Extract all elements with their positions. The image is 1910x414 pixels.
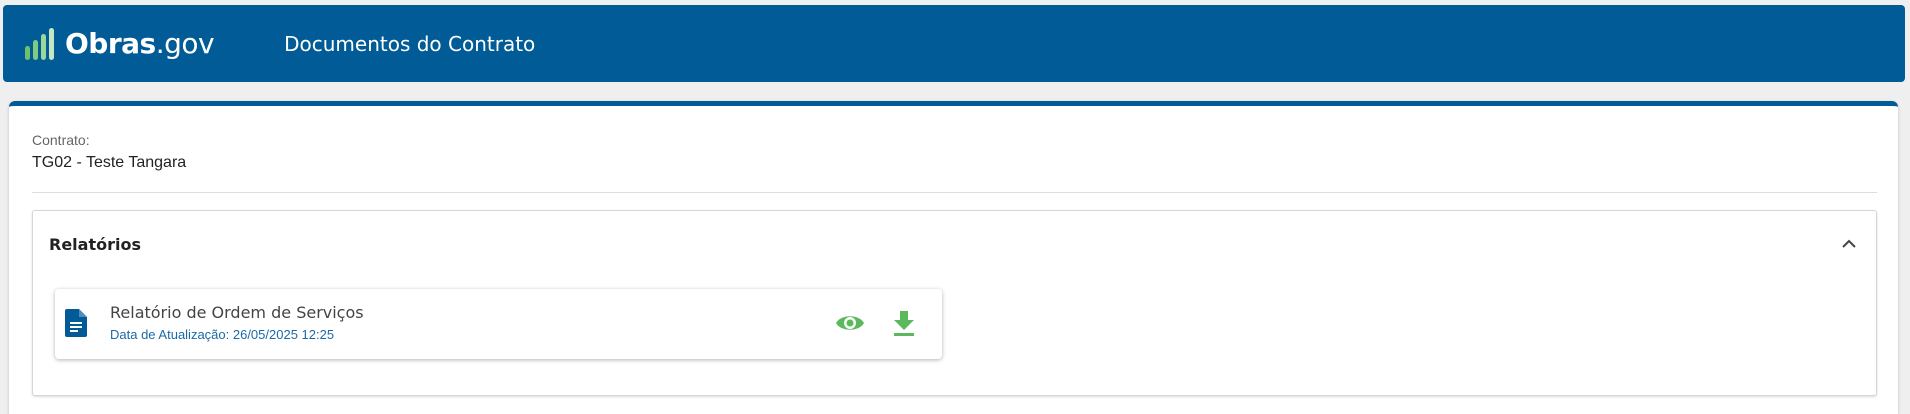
contract-card: Contrato: TG02 - Teste Tangara Relatório… bbox=[9, 101, 1898, 414]
document-icon bbox=[65, 309, 87, 337]
logo-text-bold: Obras bbox=[65, 27, 156, 60]
logo-text: Obras.gov bbox=[65, 27, 215, 60]
page-title: Documentos do Contrato bbox=[284, 31, 536, 56]
obras-gov-logo[interactable]: Obras.gov bbox=[25, 27, 215, 60]
divider bbox=[32, 192, 1877, 193]
reports-panel-title[interactable]: Relatórios bbox=[49, 235, 141, 254]
chevron-up-icon[interactable] bbox=[1840, 237, 1858, 251]
download-icon[interactable] bbox=[891, 309, 917, 337]
report-date: Data de Atualização: 26/05/2025 12:25 bbox=[110, 327, 335, 342]
reports-panel: Relatórios Relatório de Ordem de Serviço… bbox=[32, 210, 1877, 396]
app-header: Obras.gov Documentos do Contrato bbox=[3, 5, 1905, 82]
contract-label: Contrato: bbox=[32, 132, 90, 148]
logo-bars-icon bbox=[25, 27, 57, 60]
report-name: Relatório de Ordem de Serviços bbox=[110, 303, 364, 322]
report-item: Relatório de Ordem de Serviços Data de A… bbox=[55, 289, 942, 359]
logo-text-light: .gov bbox=[155, 27, 215, 60]
eye-icon[interactable] bbox=[835, 311, 865, 335]
contract-value: TG02 - Teste Tangara bbox=[32, 154, 187, 171]
